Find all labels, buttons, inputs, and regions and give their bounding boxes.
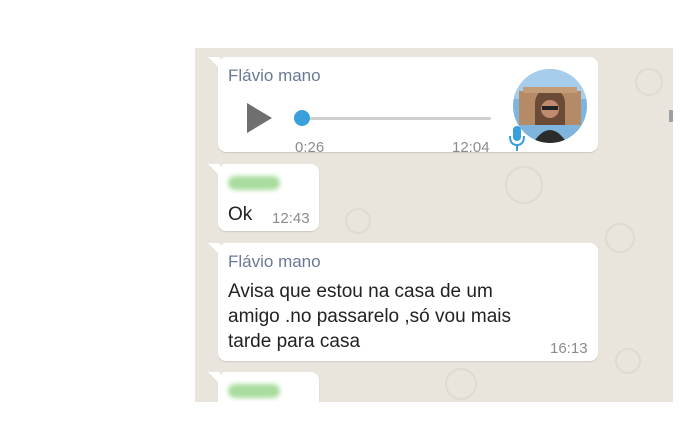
message-time: 12:04 <box>452 139 490 156</box>
wallpaper-doodle <box>635 68 663 96</box>
text-message-bubble[interactable]: Flávio mano Avisa que estou na casa de u… <box>208 243 598 361</box>
bubble-tail <box>208 164 220 176</box>
bubble-tail <box>208 57 220 69</box>
sender-name: Flávio mano <box>228 252 321 271</box>
microphone-icon <box>509 126 525 151</box>
play-icon[interactable] <box>247 103 272 133</box>
message-time: 16:13 <box>550 340 588 357</box>
bubble-tail <box>208 372 220 384</box>
bubble-tail <box>208 243 220 255</box>
audio-progress-track[interactable] <box>301 117 491 120</box>
chat-area[interactable]: Flávio mano 0:26 12:04 Ok 12:43 Flávio m… <box>195 48 673 402</box>
sender-name: Flávio mano <box>228 66 321 85</box>
text-message-bubble[interactable]: Ok 12:43 <box>208 164 319 231</box>
wallpaper-doodle <box>615 348 641 374</box>
wallpaper-doodle <box>605 223 635 253</box>
voice-duration: 0:26 <box>295 139 325 156</box>
redacted-sender-name <box>228 176 280 190</box>
wallpaper-doodle <box>445 368 477 400</box>
message-text: Ok <box>228 204 253 225</box>
text-message-bubble[interactable] <box>208 372 319 402</box>
wallpaper-doodle <box>505 166 543 204</box>
message-time: 12:43 <box>272 210 310 227</box>
message-text-line: amigo .no passarelo ,só vou mais <box>228 306 512 327</box>
voice-message-bubble[interactable]: Flávio mano 0:26 12:04 <box>208 57 598 156</box>
message-text-line: Avisa que estou na casa de um <box>228 281 493 302</box>
message-text-line: tarde para casa <box>228 331 361 352</box>
redacted-sender-name <box>228 384 280 398</box>
wallpaper-doodle <box>345 208 371 234</box>
scrollbar-thumb[interactable] <box>669 110 673 122</box>
audio-progress-knob[interactable] <box>294 110 310 126</box>
